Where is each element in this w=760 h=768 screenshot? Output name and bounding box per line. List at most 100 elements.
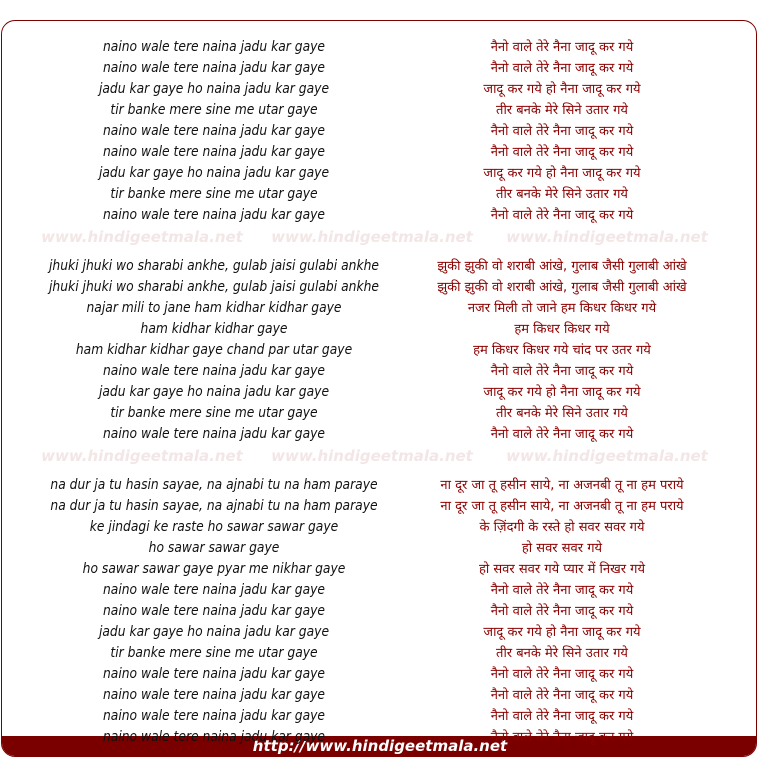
lyric-line: tir banke mere sine me utar gaye तीर बनके…: [2, 403, 756, 424]
lyric-line: jhuki jhuki wo sharabi ankhe, gulab jais…: [2, 256, 756, 277]
lyric-line: naino wale tere naina jadu kar gaye नैनो …: [2, 424, 756, 445]
lyric-english: ham kidhar kidhar gaye chand par utar ga…: [75, 342, 353, 358]
lyric-line: naino wale tere naina jadu kar gaye नैनो …: [2, 121, 756, 142]
lyric-hindi: जादू कर गये हो नैना जादू कर गये: [483, 82, 641, 97]
lyric-line: jadu kar gaye ho naina jadu kar gaye जादू…: [2, 622, 756, 643]
lyric-english: naino wale tere naina jadu kar gaye: [102, 426, 326, 442]
lyric-hindi: ना दूर जा तू हसीन साये, ना अजनबी तू ना ह…: [440, 499, 684, 514]
lyric-hindi: नजर मिली तो जाने हम किधर किधर गये: [467, 301, 657, 316]
lyric-line: naino wale tere naina jadu kar gaye नैनो …: [2, 685, 756, 706]
lyric-english: naino wale tere naina jadu kar gaye: [102, 60, 326, 76]
lyric-english: tir banke mere sine me utar gaye: [110, 405, 318, 421]
lyric-line: jhuki jhuki wo sharabi ankhe, gulab jais…: [2, 277, 756, 298]
lyric-line: naino wale tere naina jadu kar gaye नैनो …: [2, 361, 756, 382]
lyric-hindi: झुकी झुकी वो शराबी आंखे, गुलाब जैसी गुला…: [437, 259, 687, 274]
lyric-line: naino wale tere naina jadu kar gaye नैनो …: [2, 58, 756, 79]
lyric-hindi: नैनो वाले तेरे नैना जादू कर गये: [490, 145, 634, 160]
lyric-english: na dur ja tu hasin sayae, na ajnabi tu n…: [50, 498, 378, 514]
lyric-hindi: नैनो वाले तेरे नैना जादू कर गये: [490, 364, 634, 379]
lyric-hindi: नैनो वाले तेरे नैना जादू कर गये: [490, 709, 634, 724]
lyric-hindi: झुकी झुकी वो शराबी आंखे, गुलाब जैसी गुला…: [437, 280, 687, 295]
lyric-hindi: नैनो वाले तेरे नैना जादू कर गये: [490, 730, 634, 745]
lyric-line: na dur ja tu hasin sayae, na ajnabi tu n…: [2, 475, 756, 496]
lyric-english: ho sawar sawar gaye pyar me nikhar gaye: [82, 561, 346, 577]
lyric-hindi: हम किधर किधर गये चांद पर उतर गये: [473, 343, 651, 358]
lyric-line: naino wale tere naina jadu kar gaye नैनो …: [2, 37, 756, 58]
lyric-line: tir banke mere sine me utar gaye तीर बनके…: [2, 100, 756, 121]
lyric-english: naino wale tere naina jadu kar gaye: [102, 363, 326, 379]
lyric-line: ho sawar sawar gaye pyar me nikhar gaye ह…: [2, 559, 756, 580]
lyric-english: ham kidhar kidhar gaye: [140, 321, 288, 337]
lyric-english: tir banke mere sine me utar gaye: [110, 102, 318, 118]
lyric-line: na dur ja tu hasin sayae, na ajnabi tu n…: [2, 496, 756, 517]
lyric-hindi: नैनो वाले तेरे नैना जादू कर गये: [490, 688, 634, 703]
lyric-english: naino wale tere naina jadu kar gaye: [102, 687, 326, 703]
lyric-english: tir banke mere sine me utar gaye: [110, 186, 318, 202]
lyric-hindi: ना दूर जा तू हसीन साये, ना अजनबी तू ना ह…: [440, 478, 684, 493]
lyric-hindi: नैनो वाले तेरे नैना जादू कर गये: [490, 427, 634, 442]
lyric-english: naino wale tere naina jadu kar gaye: [102, 39, 326, 55]
lyric-english: naino wale tere naina jadu kar gaye: [102, 582, 326, 598]
lyric-line: najar mili to jane ham kidhar kidhar gay…: [2, 298, 756, 319]
lyric-hindi: नैनो वाले तेरे नैना जादू कर गये: [490, 208, 634, 223]
lyrics-panel: http://www.hindigeetmala.net naino wale …: [1, 20, 757, 757]
lyric-english: jadu kar gaye ho naina jadu kar gaye: [98, 624, 330, 640]
lyric-hindi: नैनो वाले तेरे नैना जादू कर गये: [490, 667, 634, 682]
lyric-line: naino wale tere naina jadu kar gaye नैनो …: [2, 727, 756, 748]
lyric-english: naino wale tere naina jadu kar gaye: [102, 144, 326, 160]
lyric-hindi: तीर बनके मेरे सिने उतार गये: [496, 406, 628, 421]
lyric-line: naino wale tere naina jadu kar gaye नैनो …: [2, 706, 756, 727]
lyric-english: naino wale tere naina jadu kar gaye: [102, 603, 326, 619]
lyric-line: naino wale tere naina jadu kar gaye नैनो …: [2, 205, 756, 226]
lyric-line: ke jindagi ke raste ho sawar sawar gaye क…: [2, 517, 756, 538]
watermark-text: www.hindigeetmala.net: [271, 447, 473, 465]
watermark-text: www.hindigeetmala.net: [41, 447, 243, 465]
lyric-english: jhuki jhuki wo sharabi ankhe, gulab jais…: [49, 279, 379, 295]
lyric-hindi: नैनो वाले तेरे नैना जादू कर गये: [490, 61, 634, 76]
lyric-hindi: हो सवर सवर गये: [521, 541, 603, 556]
lyric-line: ho sawar sawar gaye हो सवर सवर गये: [2, 538, 756, 559]
lyric-line: ham kidhar kidhar gaye chand par utar ga…: [2, 340, 756, 361]
lyric-line: tir banke mere sine me utar gaye तीर बनके…: [2, 184, 756, 205]
lyric-english: naino wale tere naina jadu kar gaye: [102, 666, 326, 682]
lyric-english: tir banke mere sine me utar gaye: [110, 645, 318, 661]
lyric-line: naino wale tere naina jadu kar gaye नैनो …: [2, 601, 756, 622]
lyric-line: naino wale tere naina jadu kar gaye नैनो …: [2, 142, 756, 163]
lyric-english: najar mili to jane ham kidhar kidhar gay…: [86, 300, 342, 316]
lyric-english: ke jindagi ke raste ho sawar sawar gaye: [89, 519, 339, 535]
watermark-text: www.hindigeetmala.net: [506, 228, 708, 246]
lyric-line: jadu kar gaye ho naina jadu kar gaye जादू…: [2, 163, 756, 184]
watermark-text: www.hindigeetmala.net: [41, 228, 243, 246]
lyric-english: na dur ja tu hasin sayae, na ajnabi tu n…: [50, 477, 378, 493]
lyric-hindi: तीर बनके मेरे सिने उतार गये: [496, 187, 628, 202]
lyric-hindi: जादू कर गये हो नैना जादू कर गये: [483, 625, 641, 640]
lyric-hindi: तीर बनके मेरे सिने उतार गये: [496, 103, 628, 118]
lyric-english: naino wale tere naina jadu kar gaye: [102, 123, 326, 139]
lyric-hindi: तीर बनके मेरे सिने उतार गये: [496, 646, 628, 661]
lyric-line: naino wale tere naina jadu kar gaye नैनो …: [2, 664, 756, 685]
lyric-english: naino wale tere naina jadu kar gaye: [102, 708, 326, 724]
watermark-row: www.hindigeetmala.net www.hindigeetmala.n…: [2, 228, 756, 248]
lyric-hindi: जादू कर गये हो नैना जादू कर गये: [483, 385, 641, 400]
lyric-english: jhuki jhuki wo sharabi ankhe, gulab jais…: [49, 258, 379, 274]
lyric-hindi: नैनो वाले तेरे नैना जादू कर गये: [490, 583, 634, 598]
lyric-english: ho sawar sawar gaye: [148, 540, 280, 556]
lyric-hindi: हो सवर सवर गये प्यार में निखर गये: [478, 562, 646, 577]
lyric-hindi: नैनो वाले तेरे नैना जादू कर गये: [490, 40, 634, 55]
watermark-text: www.hindigeetmala.net: [506, 447, 708, 465]
watermark-row: www.hindigeetmala.net www.hindigeetmala.n…: [2, 447, 756, 467]
lyric-hindi: हम किधर किधर गये: [514, 322, 610, 337]
lyric-hindi: नैनो वाले तेरे नैना जादू कर गये: [490, 124, 634, 139]
lyric-line: naino wale tere naina jadu kar gaye नैनो …: [2, 580, 756, 601]
lyric-english: jadu kar gaye ho naina jadu kar gaye: [98, 384, 330, 400]
lyric-hindi: जादू कर गये हो नैना जादू कर गये: [483, 166, 641, 181]
lyric-english: naino wale tere naina jadu kar gaye: [102, 207, 326, 223]
lyric-line: jadu kar gaye ho naina jadu kar gaye जादू…: [2, 79, 756, 100]
watermark-text: www.hindigeetmala.net: [271, 228, 473, 246]
lyric-english: jadu kar gaye ho naina jadu kar gaye: [98, 165, 330, 181]
lyric-line: jadu kar gaye ho naina jadu kar gaye जादू…: [2, 382, 756, 403]
lyric-english: jadu kar gaye ho naina jadu kar gaye: [98, 81, 330, 97]
lyric-hindi: के ज़िंदगी के रस्ते हो सवर सवर गये: [479, 520, 645, 535]
lyric-english: naino wale tere naina jadu kar gaye: [102, 729, 326, 745]
lyric-line: ham kidhar kidhar gaye हम किधर किधर गये: [2, 319, 756, 340]
